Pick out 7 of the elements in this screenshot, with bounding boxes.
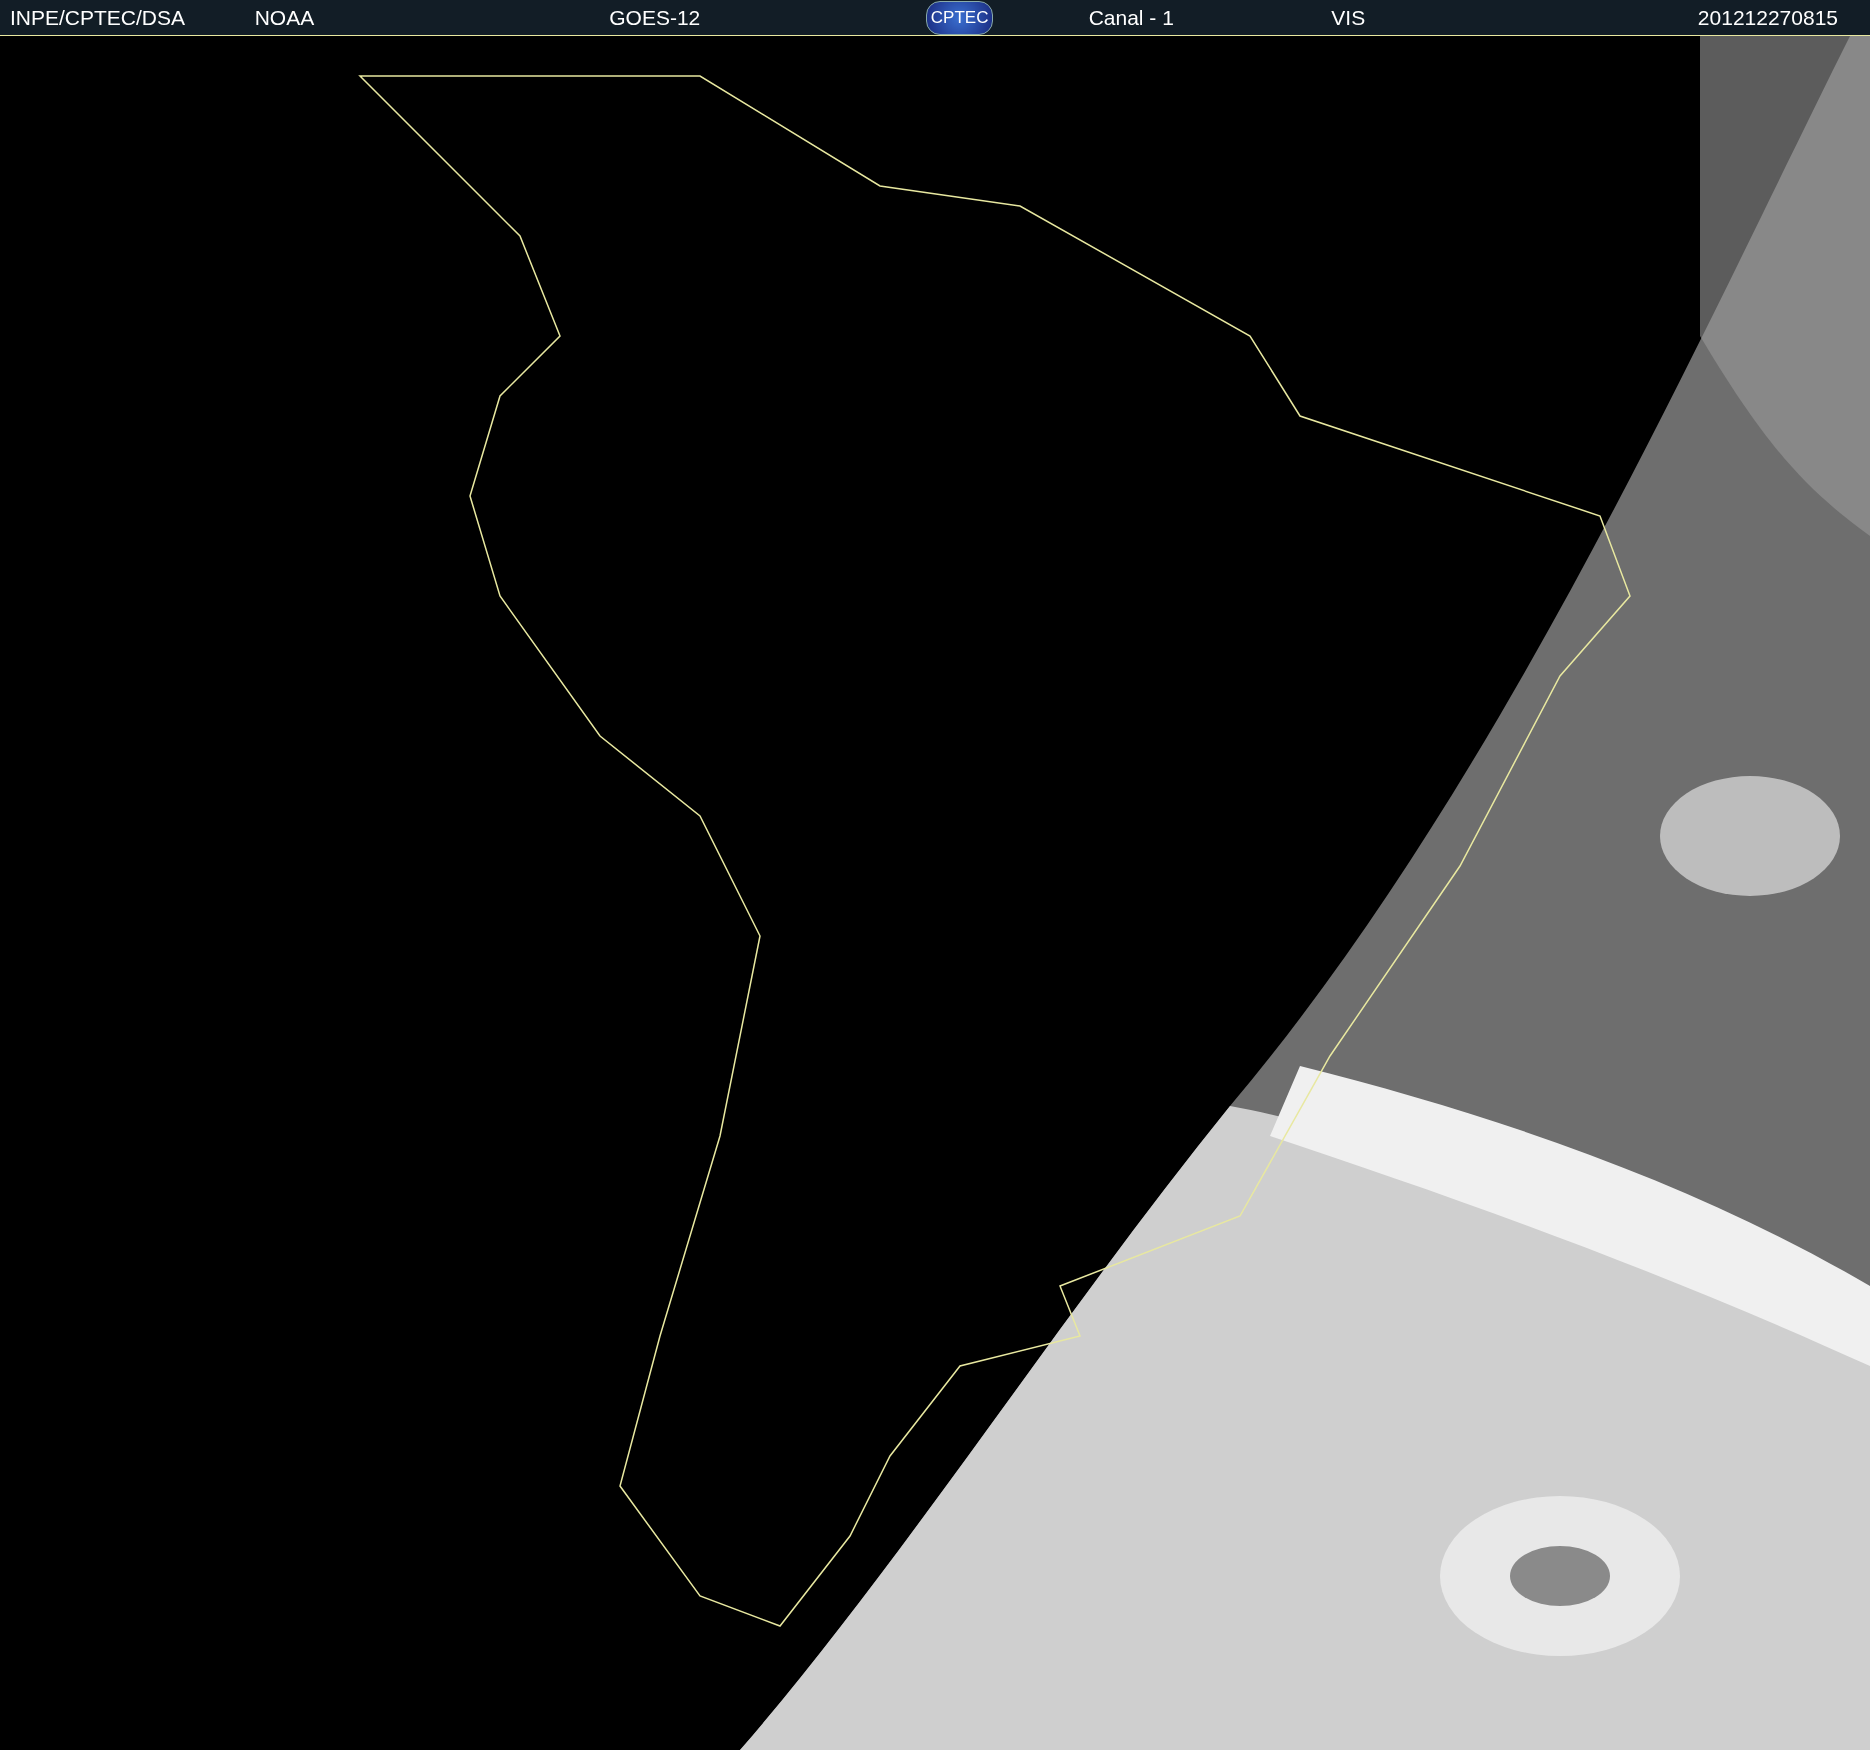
header-label: GOES-12: [609, 7, 701, 28]
header-label: VIS: [1331, 7, 1366, 28]
header-label: NOAA: [254, 7, 315, 28]
header-label: Canal - 1: [1088, 7, 1174, 28]
header-label: 201212270815: [1697, 7, 1838, 28]
logo: CPTEC: [925, 0, 994, 35]
header-label: INPE/CPTEC/DSA: [10, 7, 186, 28]
